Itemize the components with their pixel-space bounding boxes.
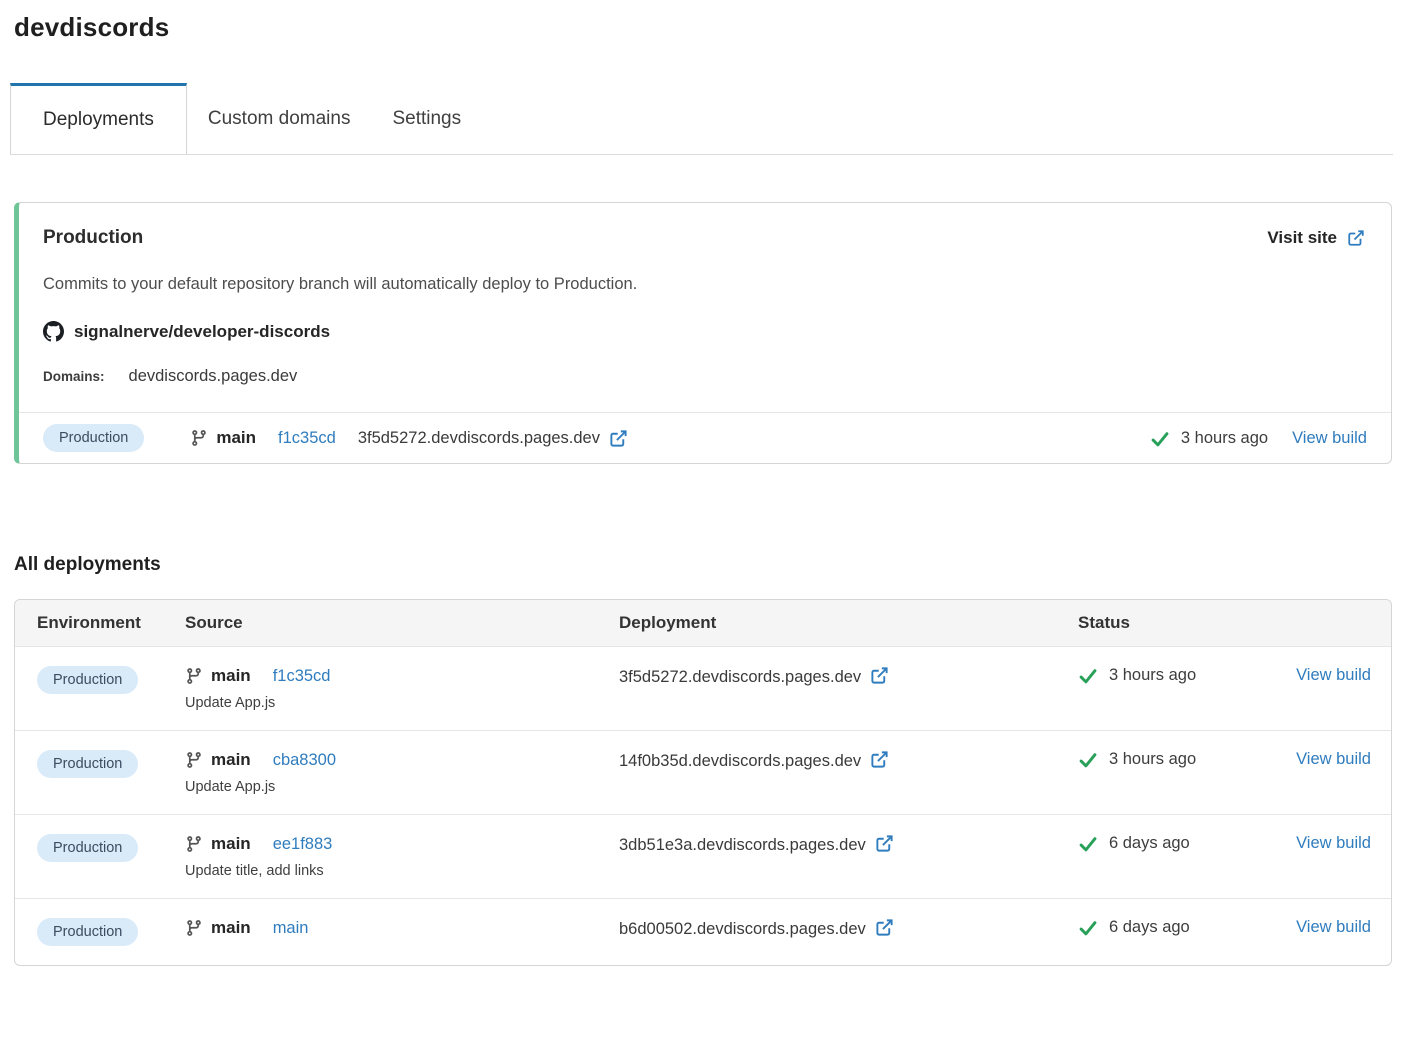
column-header-source: Source	[171, 600, 605, 646]
branch-name: main	[211, 834, 251, 854]
deployment-url: 3f5d5272.devdiscords.pages.dev	[358, 429, 600, 448]
view-build-link[interactable]: View build	[1296, 918, 1371, 936]
environment-badge: Production	[37, 834, 138, 862]
visit-site-label: Visit site	[1267, 228, 1337, 248]
status-time: 3 hours ago	[1109, 750, 1196, 769]
check-icon	[1078, 835, 1097, 852]
check-icon	[1078, 751, 1097, 768]
production-card-title: Production	[43, 227, 143, 249]
table-row: Production main ee1f883 Update title, ad…	[15, 815, 1391, 899]
deployments-table: Environment Source Deployment Status Pro…	[14, 599, 1392, 966]
git-branch-icon	[185, 667, 203, 685]
view-build-link[interactable]: View build	[1292, 429, 1367, 448]
domains-value: devdiscords.pages.dev	[129, 367, 298, 386]
environment-badge: Production	[37, 918, 138, 946]
tab-custom-domains[interactable]: Custom domains	[187, 83, 372, 154]
table-row: Production main main b6d00502.devdiscord…	[15, 899, 1391, 965]
deployment-url: b6d00502.devdiscords.pages.dev	[619, 920, 866, 938]
production-description: Commits to your default repository branc…	[43, 275, 1365, 294]
table-row: Production main f1c35cd Update App.js 3f…	[15, 647, 1391, 731]
external-link-icon[interactable]	[870, 750, 889, 769]
commit-link[interactable]: f1c35cd	[273, 667, 331, 686]
pages-project-page: devdiscords Deployments Custom domains S…	[0, 0, 1413, 1037]
commit-link[interactable]: cba8300	[273, 751, 336, 770]
status-time: 6 days ago	[1109, 918, 1190, 937]
deployment-url: 3f5d5272.devdiscords.pages.dev	[619, 668, 861, 686]
view-build-link[interactable]: View build	[1296, 750, 1371, 768]
external-link-icon[interactable]	[870, 666, 889, 685]
environment-badge: Production	[37, 750, 138, 778]
tab-bar: Deployments Custom domains Settings	[10, 83, 1393, 155]
column-header-deployment: Deployment	[605, 600, 1064, 646]
deployment-url: 3db51e3a.devdiscords.pages.dev	[619, 836, 866, 854]
deployment-url: 14f0b35d.devdiscords.pages.dev	[619, 752, 861, 770]
environment-badge: Production	[43, 424, 144, 452]
external-link-icon[interactable]	[875, 918, 894, 937]
all-deployments-heading: All deployments	[14, 554, 1393, 576]
external-link-icon	[1347, 229, 1365, 247]
view-build-link[interactable]: View build	[1296, 666, 1371, 684]
column-header-status: Status	[1064, 600, 1270, 646]
commit-link[interactable]: main	[273, 919, 309, 938]
check-icon	[1078, 667, 1097, 684]
view-build-link[interactable]: View build	[1296, 834, 1371, 852]
branch-name: main	[216, 428, 256, 448]
check-icon	[1150, 430, 1169, 447]
commit-message: Update App.js	[185, 695, 605, 711]
check-icon	[1078, 919, 1097, 936]
commit-message: Update title, add links	[185, 863, 605, 879]
git-branch-icon	[190, 429, 208, 447]
column-header-environment: Environment	[15, 600, 171, 646]
tab-settings[interactable]: Settings	[371, 83, 482, 154]
commit-link[interactable]: ee1f883	[273, 835, 333, 854]
production-card: Production Visit site Commits to your de…	[14, 202, 1392, 464]
status-time: 3 hours ago	[1181, 429, 1268, 448]
branch-name: main	[211, 750, 251, 770]
repository-name: signalnerve/developer-discords	[74, 322, 330, 342]
column-header-actions	[1270, 600, 1391, 646]
table-row: Production main cba8300 Update App.js 14…	[15, 731, 1391, 815]
status-time: 3 hours ago	[1109, 666, 1196, 685]
git-branch-icon	[185, 835, 203, 853]
git-branch-icon	[185, 919, 203, 937]
tab-deployments[interactable]: Deployments	[10, 83, 187, 154]
external-link-icon[interactable]	[609, 429, 628, 448]
external-link-icon[interactable]	[875, 834, 894, 853]
commit-link[interactable]: f1c35cd	[278, 429, 336, 448]
table-header-row: Environment Source Deployment Status	[15, 600, 1391, 647]
environment-badge: Production	[37, 666, 138, 694]
production-deployment-row: Production main f1c35cd 3f5d5272.devdisc…	[19, 412, 1391, 463]
branch-name: main	[211, 666, 251, 686]
git-branch-icon	[185, 751, 203, 769]
status-time: 6 days ago	[1109, 834, 1190, 853]
github-icon	[43, 321, 64, 342]
commit-message: Update App.js	[185, 779, 605, 795]
page-title: devdiscords	[14, 12, 1393, 43]
branch-name: main	[211, 918, 251, 938]
domains-label: Domains:	[43, 369, 105, 384]
visit-site-link[interactable]: Visit site	[1267, 228, 1365, 248]
